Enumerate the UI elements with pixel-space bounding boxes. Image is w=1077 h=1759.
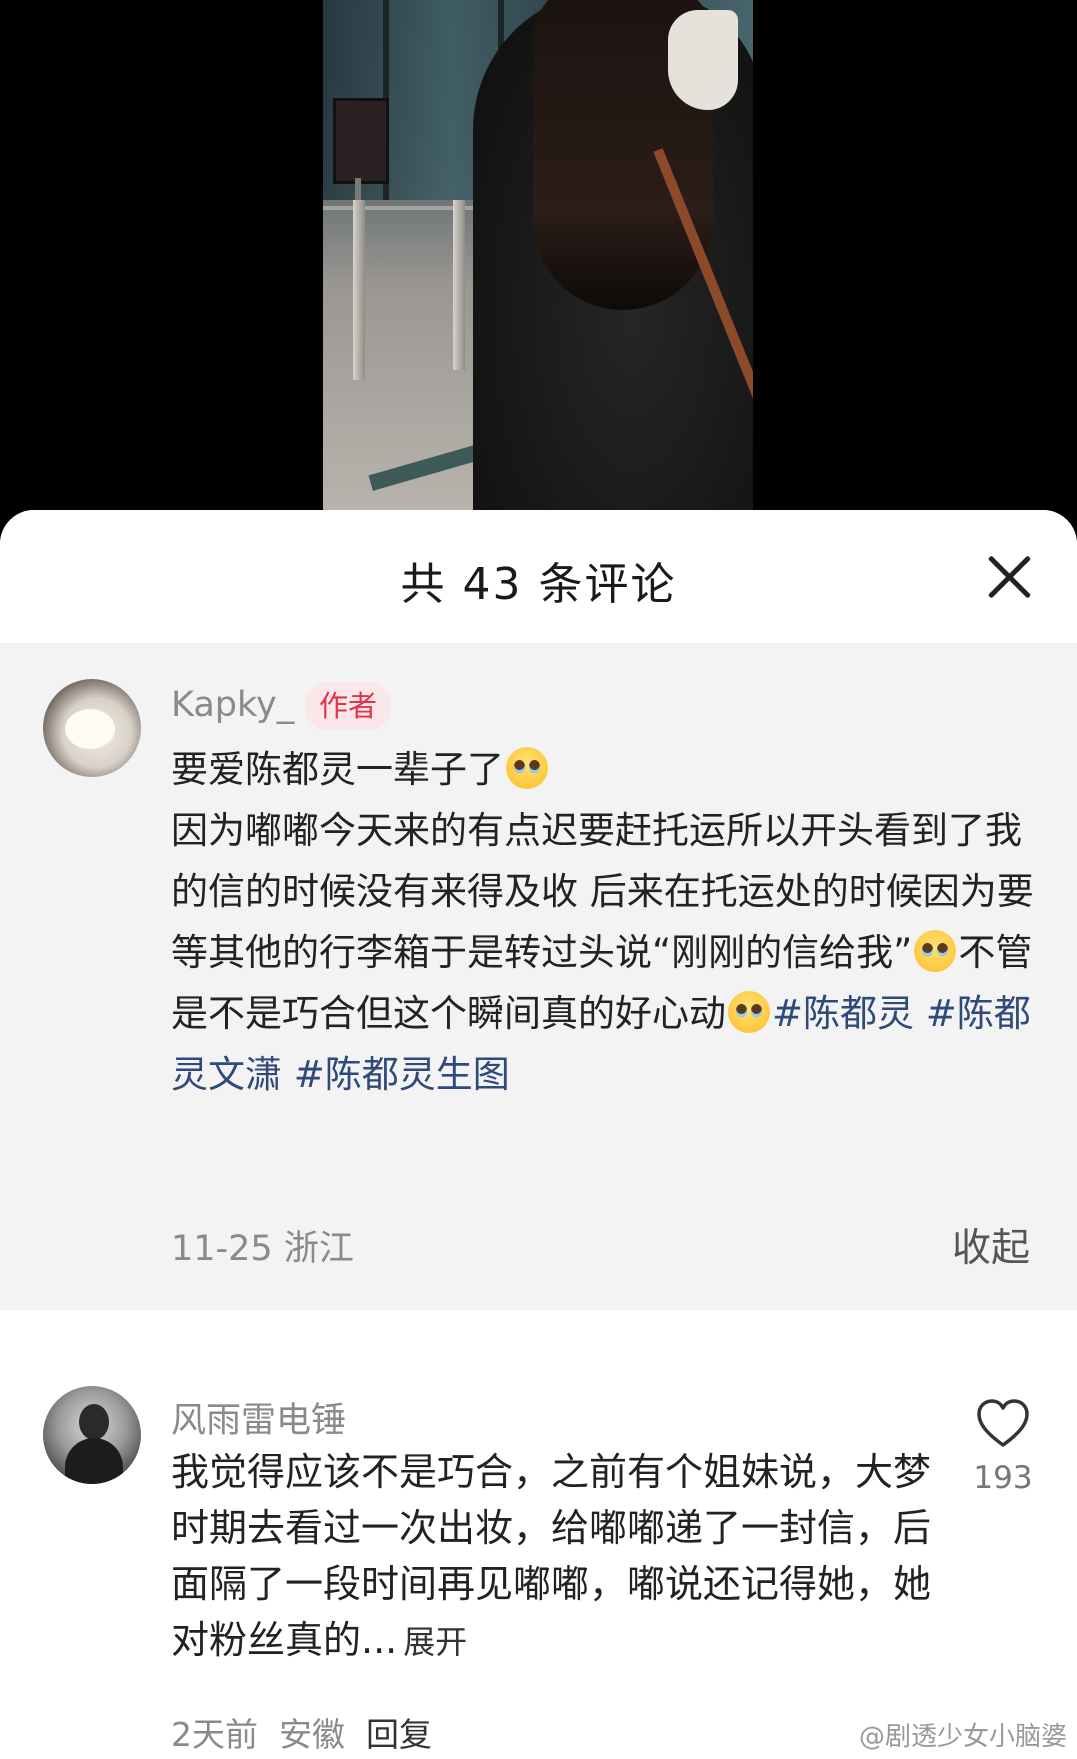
collapse-button[interactable]: 收起	[952, 1217, 1030, 1273]
comment-body: 因为嘟嘟今天来的有点迟要赶托运所以开头看到了我的信的时候没有来得及收 后来在托运…	[171, 809, 1034, 974]
heart-outline-icon[interactable]	[975, 1396, 1031, 1452]
hashtag-link[interactable]: #陈都灵	[772, 992, 914, 1035]
comment-meta: 11-25 浙江	[171, 1229, 354, 1269]
comment-item[interactable]: 风雨雷电锤 我觉得应该不是巧合，之前有个姐妹说，大梦时期去看过一次出妆，给嘟嘟递…	[0, 1310, 1077, 1759]
comment-sheet: 共 43 条评论 Kapky_ 作者 要爱陈都灵一辈子了 因为嘟嘟今天来的有点迟…	[0, 510, 1077, 1759]
info-sign	[333, 98, 389, 184]
comment-body: 我觉得应该不是巧合，之前有个姐妹说，大梦时期去看过一次出妆，给嘟嘟递了一封信，后…	[171, 1450, 932, 1662]
reply-button[interactable]: 回复	[366, 1715, 432, 1754]
comment-text: 要爱陈都灵一辈子了 因为嘟嘟今天来的有点迟要赶托运所以开头看到了我的信的时候没有…	[171, 739, 1037, 1105]
pleading-face-icon	[914, 930, 957, 972]
comment-meta: 2天前 安徽 回复	[171, 1708, 432, 1756]
face-mask	[668, 10, 738, 110]
queue-post	[453, 200, 465, 370]
close-icon[interactable]	[985, 552, 1035, 602]
comment-username[interactable]: 风雨雷电锤	[171, 1392, 346, 1443]
watermark: @剧透少女小脑婆	[858, 1722, 1067, 1752]
comment-username[interactable]: Kapky_	[171, 685, 294, 725]
video-frame	[323, 0, 753, 520]
comment-location: 安徽	[278, 1715, 345, 1754]
like-count: 193	[973, 1460, 1033, 1496]
comment-count-title: 共 43 条评论	[400, 559, 677, 610]
comment-time: 2天前	[171, 1715, 258, 1754]
avatar-image	[79, 1404, 109, 1440]
sheet-header: 共 43 条评论	[0, 510, 1077, 643]
pleading-face-icon	[728, 991, 770, 1033]
hashtag-link[interactable]: #陈都灵生图	[294, 1053, 510, 1096]
avatar-image	[65, 1438, 123, 1484]
pleading-face-icon	[506, 747, 548, 789]
video-player[interactable]	[0, 0, 1077, 520]
avatar[interactable]	[43, 1386, 141, 1484]
comment-text: 我觉得应该不是巧合，之前有个姐妹说，大梦时期去看过一次出妆，给嘟嘟递了一封信，后…	[171, 1444, 931, 1670]
avatar-image	[65, 709, 115, 749]
queue-post	[353, 200, 365, 380]
expand-button[interactable]: 展开	[403, 1623, 467, 1661]
avatar[interactable]	[43, 679, 141, 777]
comment-line: 要爱陈都灵一辈子了	[171, 748, 504, 791]
author-badge: 作者	[305, 682, 392, 730]
pinned-author-comment[interactable]: Kapky_ 作者 要爱陈都灵一辈子了 因为嘟嘟今天来的有点迟要赶托运所以开头看…	[0, 643, 1077, 1310]
